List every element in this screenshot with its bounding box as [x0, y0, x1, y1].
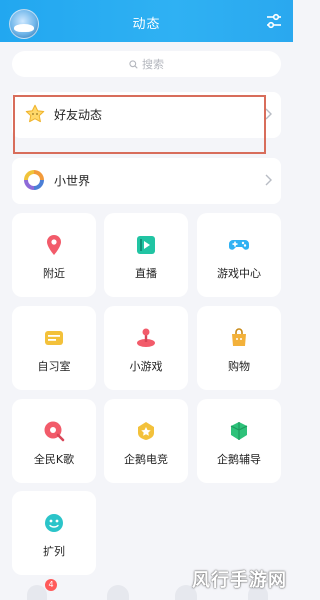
karaoke-icon [44, 421, 65, 442]
tile-mini-game[interactable]: 小游戏 [104, 306, 188, 390]
list-item-small-world[interactable]: 小世界 [12, 158, 281, 204]
search-icon [129, 59, 138, 69]
study-room-icon [45, 331, 63, 345]
settings-sliders-icon[interactable] [265, 12, 283, 30]
tile-nearby[interactable]: 附近 [12, 213, 96, 297]
location-pin-icon [47, 235, 61, 255]
shopping-bag-icon [232, 328, 246, 346]
tile-shopping[interactable]: 购物 [197, 306, 281, 390]
esports-icon [138, 422, 154, 440]
tile-karaoke[interactable]: 全民K歌 [12, 399, 96, 483]
chevron-right-icon [265, 108, 272, 120]
page-title: 动态 [132, 17, 161, 32]
tile-label: 附近 [43, 267, 65, 280]
tile-label: 购物 [228, 360, 250, 373]
tile-label: 直播 [135, 267, 157, 280]
tile-label: 游戏中心 [217, 267, 261, 280]
make-friends-icon [45, 514, 63, 532]
tile-label: 小游戏 [129, 360, 163, 373]
tile-label: 企鹅辅导 [217, 453, 261, 466]
gamepad-icon [229, 240, 249, 250]
watermark: 风行手游网 [192, 570, 287, 591]
chevron-right-icon [265, 174, 272, 186]
tile-label: 扩列 [43, 545, 65, 558]
tile-esports[interactable]: 企鹅电竞 [104, 399, 188, 483]
list-item-friend-feed[interactable]: 好友动态 [12, 92, 281, 138]
tile-label: 自习室 [37, 360, 71, 373]
unread-badge: 4 [45, 579, 57, 591]
search-input[interactable]: 搜索 [12, 51, 281, 77]
tab-contacts[interactable] [107, 585, 129, 600]
top-header: 动态 [0, 0, 293, 42]
tile-game-center[interactable]: 游戏中心 [197, 213, 281, 297]
tab-messages[interactable] [27, 585, 47, 600]
tile-label: 全民K歌 [33, 453, 75, 466]
mini-game-icon [137, 328, 155, 347]
tile-live[interactable]: 直播 [104, 213, 188, 297]
list-item-label: 小世界 [54, 174, 91, 188]
small-world-icon [24, 170, 44, 190]
tile-make-friends[interactable]: 扩列 [12, 491, 96, 575]
list-item-label: 好友动态 [54, 108, 103, 122]
tile-study-room[interactable]: 自习室 [12, 306, 96, 390]
star-icon [25, 104, 45, 123]
live-play-icon [137, 236, 155, 254]
tile-tutoring[interactable]: 企鹅辅导 [197, 399, 281, 483]
search-placeholder: 搜索 [142, 58, 164, 71]
tutoring-icon [230, 422, 248, 440]
tile-label: 企鹅电竞 [124, 453, 168, 466]
